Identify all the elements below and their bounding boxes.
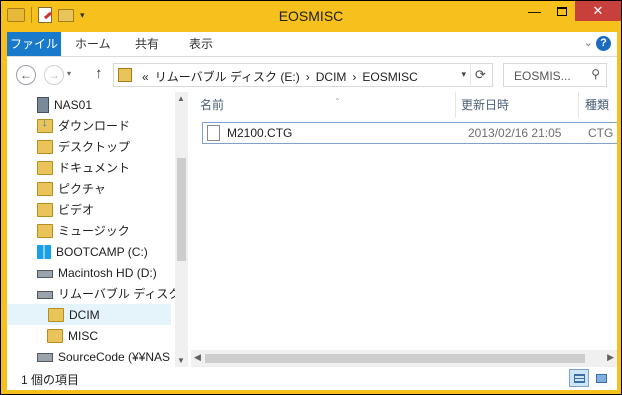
scrollbar-thumb[interactable]: [177, 158, 186, 261]
column-header-name[interactable]: 名前 ⌃: [200, 92, 456, 118]
nav-item-label: デスクトップ: [58, 140, 131, 154]
nav-item-videos[interactable]: ビデオ: [37, 199, 188, 220]
close-button[interactable]: ✕: [575, 1, 621, 21]
address-bar[interactable]: « リムーバブル ディスク (E:) › DCIM › EOSMISC ▾ ⟳: [113, 63, 493, 87]
file-icon: [207, 125, 220, 141]
nav-item-music[interactable]: ミュージック: [37, 220, 188, 241]
up-button[interactable]: ↑: [95, 65, 103, 82]
refresh-button[interactable]: ⟳: [470, 65, 490, 85]
sort-ascending-icon: ⌃: [334, 97, 341, 106]
file-row[interactable]: M2100.CTG 2013/02/16 21:05 CTG: [202, 122, 617, 144]
column-header-date[interactable]: 更新日時: [461, 92, 579, 118]
videos-folder-icon: [37, 202, 53, 217]
music-folder-icon: [37, 223, 53, 238]
nav-item-label: SourceCode (¥¥NAS: [58, 349, 171, 364]
nav-item-misc[interactable]: MISC: [47, 325, 188, 346]
horizontal-scrollbar[interactable]: ◀ ▶: [191, 350, 617, 367]
item-count: 1 個の項目: [21, 373, 80, 387]
scroll-left-icon[interactable]: ◀: [194, 352, 201, 363]
details-view-icon: [574, 374, 585, 383]
explorer-window: ▾ EOSMISC — ✕ ファイル ホーム 共有 表示 ⌄ ? ← → ▾ ↑…: [0, 0, 622, 395]
file-list: 名前 ⌃ 更新日時 種類 M2100.CTG 2013/02/16 21:05 …: [191, 92, 617, 367]
folder-icon: [47, 328, 63, 343]
window-controls: — ✕: [521, 1, 621, 21]
nav-item-removable-disk[interactable]: リムーバブル ディスク (E: [37, 283, 188, 304]
documents-folder-icon: [37, 160, 53, 175]
pictures-folder-icon: [37, 181, 53, 196]
search-input[interactable]: EOSMIS... ⚲: [503, 63, 607, 87]
title-bar[interactable]: ▾ EOSMISC — ✕: [1, 1, 621, 32]
nav-item-downloads[interactable]: ダウンロード: [37, 115, 188, 136]
nav-item-pictures[interactable]: ピクチャ: [37, 178, 188, 199]
scroll-right-icon[interactable]: ▶: [607, 352, 614, 363]
tab-share[interactable]: 共有: [125, 32, 169, 56]
forward-button[interactable]: →: [44, 65, 64, 85]
column-header-label: 名前: [200, 98, 225, 112]
tab-file[interactable]: ファイル: [7, 32, 61, 56]
nav-item-documents[interactable]: ドキュメント: [37, 157, 188, 178]
nav-item-dcim[interactable]: DCIM: [7, 304, 171, 325]
scrollbar-thumb[interactable]: [205, 354, 585, 363]
back-button[interactable]: ←: [16, 65, 36, 85]
search-icon[interactable]: ⚲: [591, 67, 600, 81]
nav-item-label: BOOTCAMP (C:): [56, 244, 148, 259]
breadcrumb-removable-disk[interactable]: リムーバブル ディスク (E:): [155, 70, 300, 84]
search-value: EOSMIS...: [514, 69, 571, 83]
nav-item-label: リムーバブル ディスク (E: [58, 287, 188, 301]
breadcrumb-separator[interactable]: ›: [306, 70, 310, 84]
nav-item-label: Macintosh HD (D:): [58, 265, 157, 280]
nav-item-label: ドキュメント: [58, 161, 131, 175]
drive-icon: [37, 269, 53, 278]
large-icons-view-icon: [596, 374, 607, 383]
nav-item-label: ピクチャ: [58, 182, 106, 196]
file-date: 2013/02/16 21:05: [468, 126, 562, 140]
windows-drive-icon: [37, 244, 51, 259]
breadcrumb-dcim[interactable]: DCIM: [316, 70, 347, 84]
tab-view[interactable]: 表示: [179, 32, 223, 56]
status-bar: 1 個の項目: [7, 367, 617, 390]
nav-item-sourcecode[interactable]: SourceCode (¥¥NAS: [37, 346, 188, 367]
tab-home[interactable]: ホーム: [65, 32, 121, 56]
folder-icon: [118, 68, 132, 82]
column-header-type[interactable]: 種類: [585, 92, 617, 118]
folder-icon: [48, 307, 64, 322]
address-dropdown-icon[interactable]: ▾: [461, 69, 466, 80]
nav-item-label: ミュージック: [58, 224, 130, 238]
breadcrumb: « リムーバブル ディスク (E:) › DCIM › EOSMISC: [142, 68, 424, 85]
breadcrumb-overflow[interactable]: «: [142, 70, 149, 84]
recent-locations-icon[interactable]: ▾: [67, 69, 71, 78]
downloads-folder-icon: [37, 117, 53, 133]
maximize-button[interactable]: [548, 1, 575, 21]
file-name: M2100.CTG: [227, 126, 293, 140]
breadcrumb-separator[interactable]: ›: [352, 70, 356, 84]
help-icon[interactable]: ?: [596, 36, 611, 51]
navigation-bar: ← → ▾ ↑ « リムーバブル ディスク (E:) › DCIM › EOSMISC ▾…: [7, 57, 617, 92]
minimize-button[interactable]: —: [521, 1, 548, 21]
network-drive-icon: [37, 352, 53, 362]
nav-item-macintosh-hd[interactable]: Macintosh HD (D:): [37, 262, 188, 283]
nav-scrollbar[interactable]: ▲ ▼: [175, 92, 188, 367]
navigation-pane: NAS01 ダウンロード デスクトップ ドキュメント ピクチャ ビデオ ミュージ…: [7, 92, 188, 367]
removable-drive-icon: [37, 290, 53, 299]
nav-item-label: DCIM: [69, 307, 100, 322]
nav-item-desktop[interactable]: デスクトップ: [37, 136, 188, 157]
ribbon-tabs: ファイル ホーム 共有 表示 ⌄ ?: [7, 32, 617, 57]
large-icons-view-button[interactable]: [591, 369, 611, 387]
nav-item-label: NAS01: [54, 97, 93, 112]
nav-item-label: ダウンロード: [58, 119, 131, 133]
breadcrumb-eosmisc[interactable]: EOSMISC: [362, 70, 417, 84]
expand-ribbon-icon[interactable]: ⌄: [584, 36, 593, 49]
scroll-down-icon[interactable]: ▼: [177, 356, 185, 365]
desktop-folder-icon: [37, 139, 53, 154]
nav-item-nas01[interactable]: NAS01: [37, 94, 188, 115]
network-computer-icon: [37, 96, 49, 113]
nav-item-label: ビデオ: [58, 203, 95, 217]
maximize-icon: [556, 6, 567, 16]
nav-item-bootcamp[interactable]: BOOTCAMP (C:): [37, 241, 188, 262]
file-type: CTG: [588, 126, 614, 140]
scroll-up-icon[interactable]: ▲: [177, 94, 185, 103]
nav-item-label: MISC: [68, 328, 98, 343]
details-view-button[interactable]: [569, 369, 589, 387]
